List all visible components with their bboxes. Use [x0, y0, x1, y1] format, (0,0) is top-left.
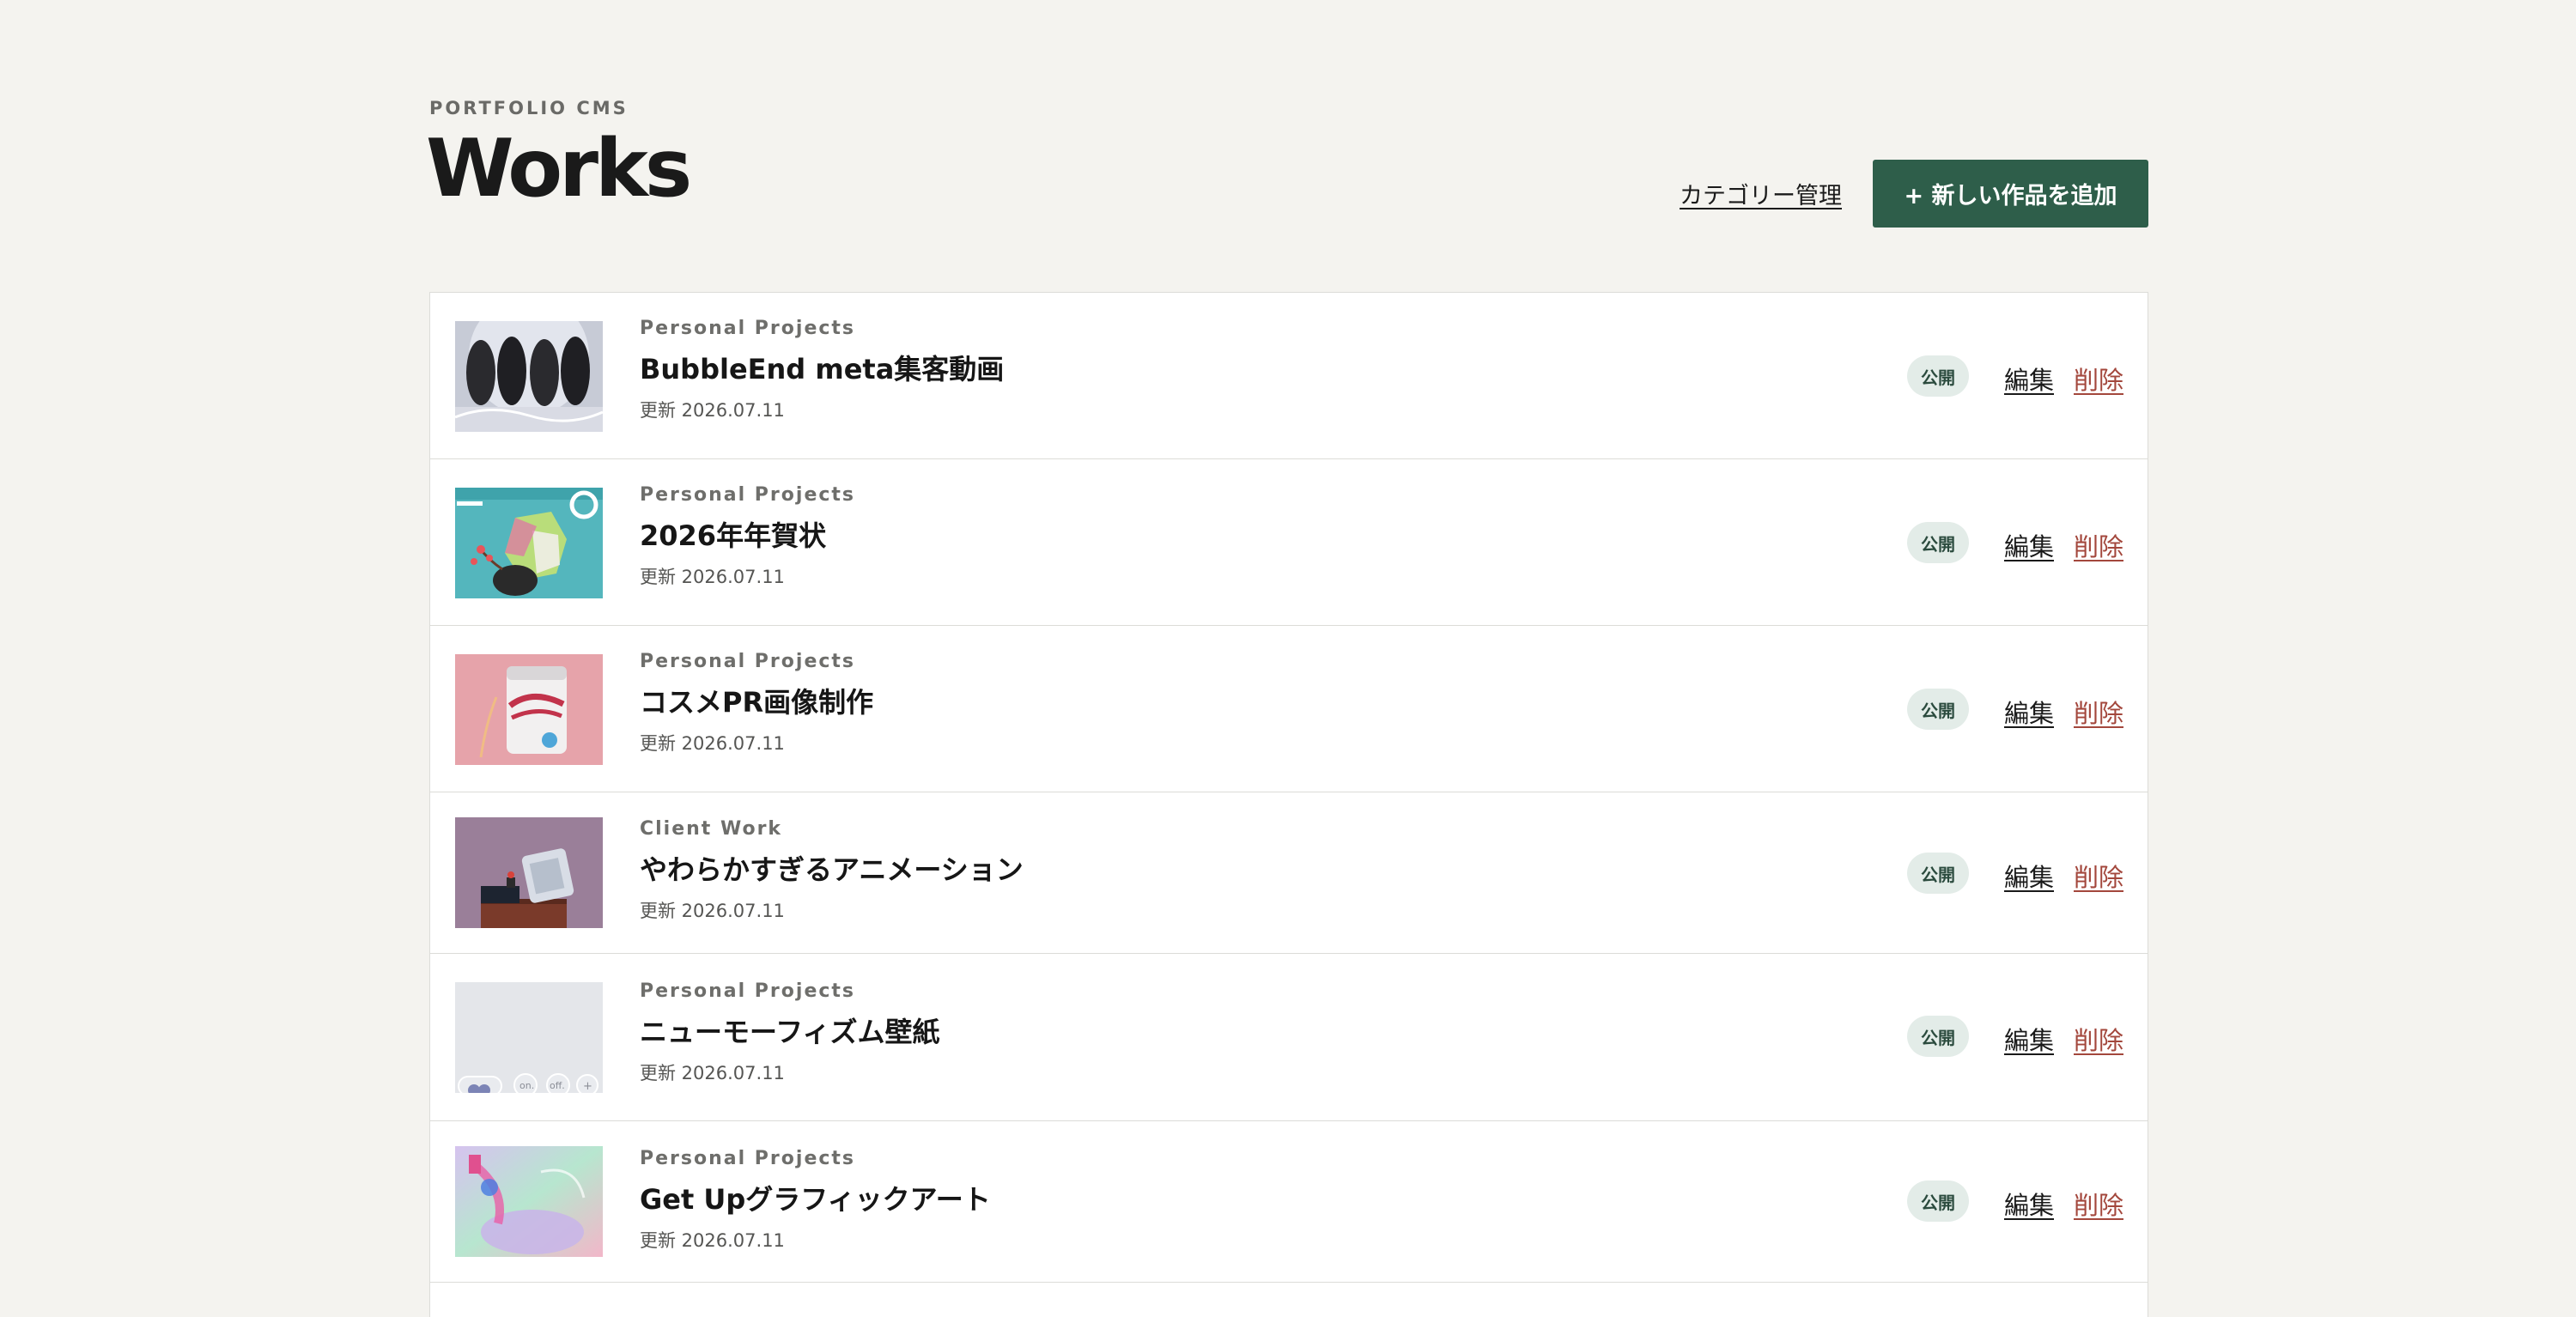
status-badge: 公開 — [1907, 853, 1969, 894]
work-row: Personal Projects 2026年年賀状 更新 2026.07.11… — [430, 459, 2148, 626]
work-row: on. off. + Personal Projects ニューモーフィズム壁紙… — [430, 954, 2148, 1121]
soft-animation-thumbnail — [455, 817, 603, 928]
category-management-link[interactable]: カテゴリー管理 — [1680, 177, 1842, 210]
work-category: Personal Projects — [640, 651, 856, 672]
delete-link[interactable]: 削除 — [2074, 858, 2123, 894]
header-actions: カテゴリー管理 + 新しい作品を追加 — [1680, 160, 2148, 228]
work-row: Client Work やわらかすぎるアニメーション 更新 2026.07.11… — [430, 792, 2148, 954]
work-updated-date: 更新 2026.07.11 — [640, 1230, 785, 1251]
work-category: Personal Projects — [640, 318, 856, 339]
work-row: Personal Projects Get Upグラフィックアート 更新 202… — [430, 1121, 2148, 1283]
neumorphism-wallpaper-thumbnail: on. off. + — [455, 982, 603, 1093]
work-info: Personal Projects BubbleEnd meta集客動画 更新 … — [640, 319, 1004, 420]
work-thumbnail[interactable] — [455, 1146, 603, 1257]
work-title: ニューモーフィズム壁紙 — [640, 1016, 940, 1048]
work-updated-date: 更新 2026.07.11 — [640, 901, 785, 921]
work-title: 2026年年賀状 — [640, 519, 827, 552]
graphic-art-thumbnail — [455, 1146, 603, 1257]
work-row: Personal Projects BubbleEnd meta集客動画 更新 … — [430, 293, 2148, 459]
app-eyebrow: PORTFOLIO CMS — [429, 98, 629, 118]
new-year-card-thumbnail — [455, 488, 603, 598]
add-work-button[interactable]: + 新しい作品を追加 — [1873, 160, 2148, 228]
status-badge: 公開 — [1907, 689, 1969, 730]
svg-text:+: + — [583, 1080, 592, 1093]
edit-link[interactable]: 編集 — [2004, 527, 2054, 563]
work-category: Personal Projects — [640, 1148, 856, 1169]
edit-link[interactable]: 編集 — [2004, 361, 2054, 397]
work-title: やわらかすぎるアニメーション — [640, 853, 1024, 886]
edit-link[interactable]: 編集 — [2004, 858, 2054, 894]
work-thumbnail[interactable] — [455, 654, 603, 765]
work-title: Get Upグラフィックアート — [640, 1183, 991, 1216]
work-title: BubbleEnd meta集客動画 — [640, 353, 1005, 385]
work-updated-date: 更新 2026.07.11 — [640, 1063, 785, 1083]
work-thumbnail[interactable] — [455, 488, 603, 598]
edit-link[interactable]: 編集 — [2004, 694, 2054, 730]
cosmetic-package-thumbnail — [455, 654, 603, 765]
page-title: Works — [426, 122, 692, 215]
works-list: Personal Projects BubbleEnd meta集客動画 更新 … — [429, 292, 2148, 1317]
work-thumbnail[interactable]: on. off. + — [455, 982, 603, 1093]
delete-link[interactable]: 削除 — [2074, 1021, 2123, 1057]
work-info: Personal Projects ニューモーフィズム壁紙 更新 2026.07… — [640, 982, 939, 1083]
status-badge: 公開 — [1907, 1016, 1969, 1057]
status-badge: 公開 — [1907, 522, 1969, 563]
work-info: Client Work やわらかすぎるアニメーション 更新 2026.07.11 — [640, 820, 1024, 920]
work-row: Personal Projects コスメPR画像制作 更新 2026.07.1… — [430, 626, 2148, 792]
work-thumbnail[interactable] — [455, 321, 603, 432]
delete-link[interactable]: 削除 — [2074, 527, 2123, 563]
work-info: Personal Projects コスメPR画像制作 更新 2026.07.1… — [640, 652, 873, 753]
work-updated-date: 更新 2026.07.11 — [640, 733, 785, 754]
work-category: Personal Projects — [640, 980, 856, 1002]
four-figures-bubble-thumbnail — [455, 321, 603, 432]
work-info: Personal Projects Get Upグラフィックアート 更新 202… — [640, 1150, 991, 1250]
delete-link[interactable]: 削除 — [2074, 361, 2123, 397]
edit-link[interactable]: 編集 — [2004, 1186, 2054, 1222]
work-row — [430, 1283, 2148, 1317]
work-updated-date: 更新 2026.07.11 — [640, 567, 785, 587]
status-badge: 公開 — [1907, 355, 1969, 397]
thumbnail-off-label: off. — [550, 1080, 565, 1091]
thumbnail-on-label: on. — [519, 1080, 534, 1091]
work-updated-date: 更新 2026.07.11 — [640, 400, 785, 421]
status-badge: 公開 — [1907, 1180, 1969, 1222]
work-category: Client Work — [640, 818, 783, 840]
delete-link[interactable]: 削除 — [2074, 1186, 2123, 1222]
work-category: Personal Projects — [640, 484, 856, 506]
delete-link[interactable]: 削除 — [2074, 694, 2123, 730]
work-info: Personal Projects 2026年年賀状 更新 2026.07.11 — [640, 486, 855, 586]
edit-link[interactable]: 編集 — [2004, 1021, 2054, 1057]
work-title: コスメPR画像制作 — [640, 686, 874, 719]
work-thumbnail[interactable] — [455, 817, 603, 928]
